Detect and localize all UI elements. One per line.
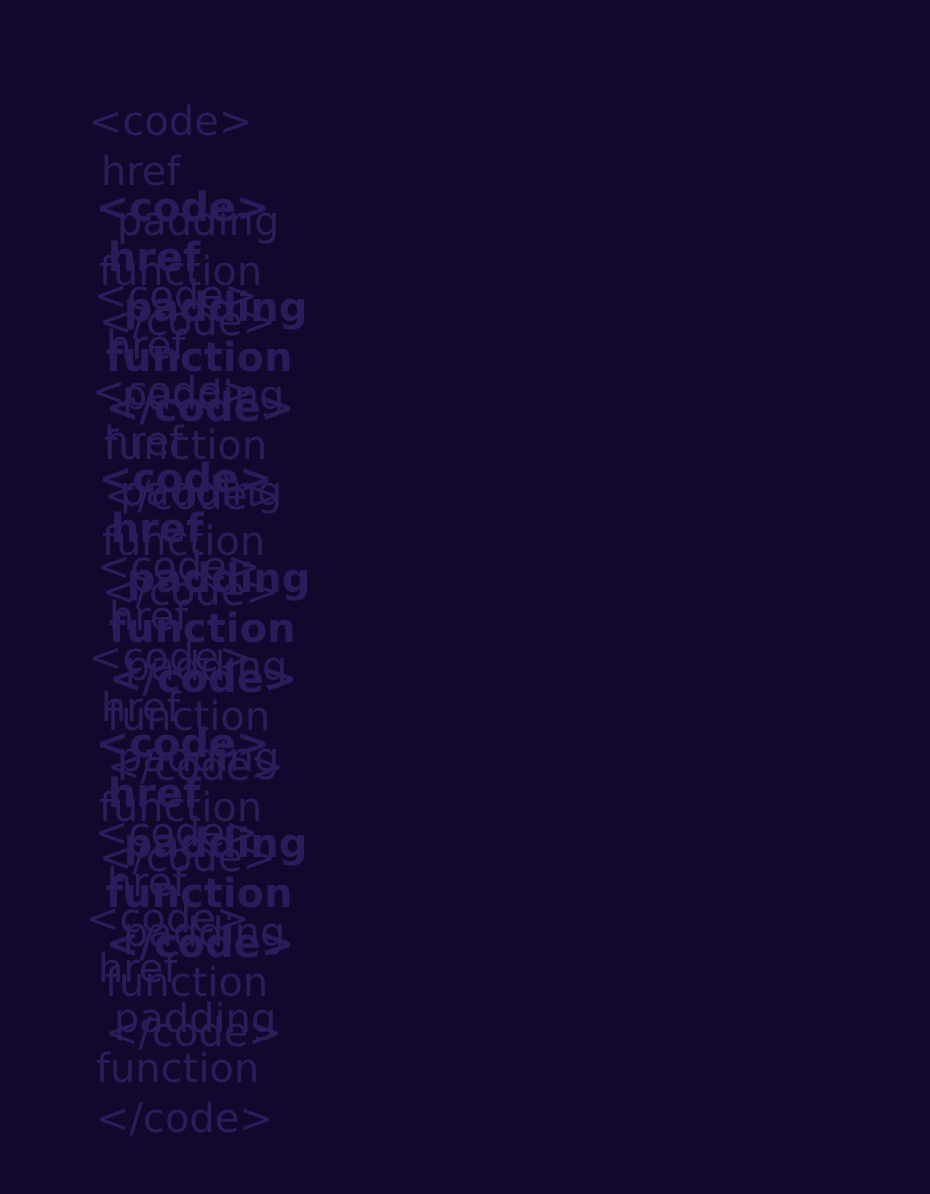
code-line-1: <code> href padding function </code> (38, 47, 930, 345)
code-line-2: <code> href padding function </code> (40, 133, 930, 431)
code-line-6: <code> href padding function </code> (46, 492, 930, 790)
open-code-tag: <code> (85, 896, 250, 942)
function-word: function (95, 1046, 260, 1092)
code-line-10: <code> href padding function </code> (35, 844, 930, 1142)
code-line-7: <code> href padding function </code> (38, 583, 930, 881)
close-code-tag: </code> (95, 1096, 273, 1142)
href-word: href (97, 946, 178, 992)
code-line-3: <code> href padding function </code> (43, 221, 930, 519)
code-line-5: <code> href padding function </code> (43, 404, 930, 702)
code-line-8: <code> href padding function </code> (40, 669, 930, 967)
open-code-tag: <code> (93, 273, 258, 319)
code-line-9: <code> href padding function </code> (44, 758, 930, 1056)
code-pattern-canvas: <code> href padding function </code> <co… (0, 0, 930, 1142)
code-line-4: <code> href padding function </code> (41, 317, 930, 615)
padding-word: padding (113, 996, 277, 1042)
